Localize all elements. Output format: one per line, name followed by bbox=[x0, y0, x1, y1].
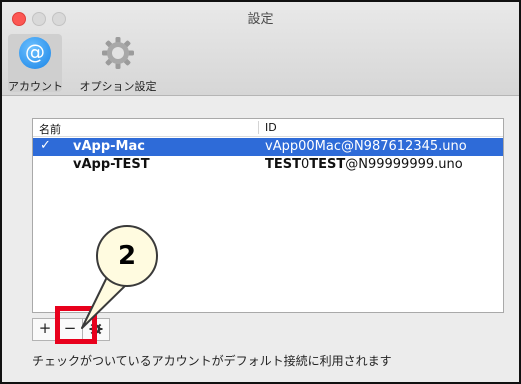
account-name: vApp-Mac bbox=[73, 139, 145, 154]
tab-options[interactable]: オプション設定 bbox=[66, 34, 170, 93]
account-id: vApp00Mac@N987612345.uno bbox=[265, 139, 467, 154]
account-table: 名前 ID ✓ vApp-Mac vApp00Mac@N987612345.un… bbox=[32, 118, 504, 313]
window-title: 設定 bbox=[247, 12, 274, 27]
title-bar: 設定 @ アカウント オプション設定 bbox=[2, 2, 519, 96]
column-divider bbox=[258, 121, 259, 134]
gear-icon bbox=[101, 36, 135, 70]
default-account-note: チェックがついているアカウントがデフォルト接続に利用されます bbox=[32, 354, 392, 368]
table-header: 名前 ID bbox=[33, 119, 503, 137]
tab-account-label: アカウント bbox=[8, 80, 63, 93]
account-name: vApp-TEST bbox=[73, 157, 150, 172]
column-header-name[interactable]: 名前 bbox=[39, 121, 61, 137]
table-row[interactable]: vApp-TEST TEST0TEST@N99999999.uno bbox=[33, 156, 503, 174]
table-row[interactable]: ✓ vApp-Mac vApp00Mac@N987612345.uno bbox=[33, 138, 503, 156]
tab-options-label: オプション設定 bbox=[79, 80, 157, 93]
step-number: 2 bbox=[117, 241, 137, 271]
account-id: TEST0TEST@N99999999.uno bbox=[265, 157, 463, 172]
at-icon: @ bbox=[19, 37, 51, 69]
column-header-id[interactable]: ID bbox=[265, 121, 277, 134]
checkmark-icon[interactable]: ✓ bbox=[40, 138, 51, 153]
tab-account[interactable]: @ アカウント bbox=[8, 34, 63, 93]
remove-button-highlight bbox=[55, 306, 97, 344]
